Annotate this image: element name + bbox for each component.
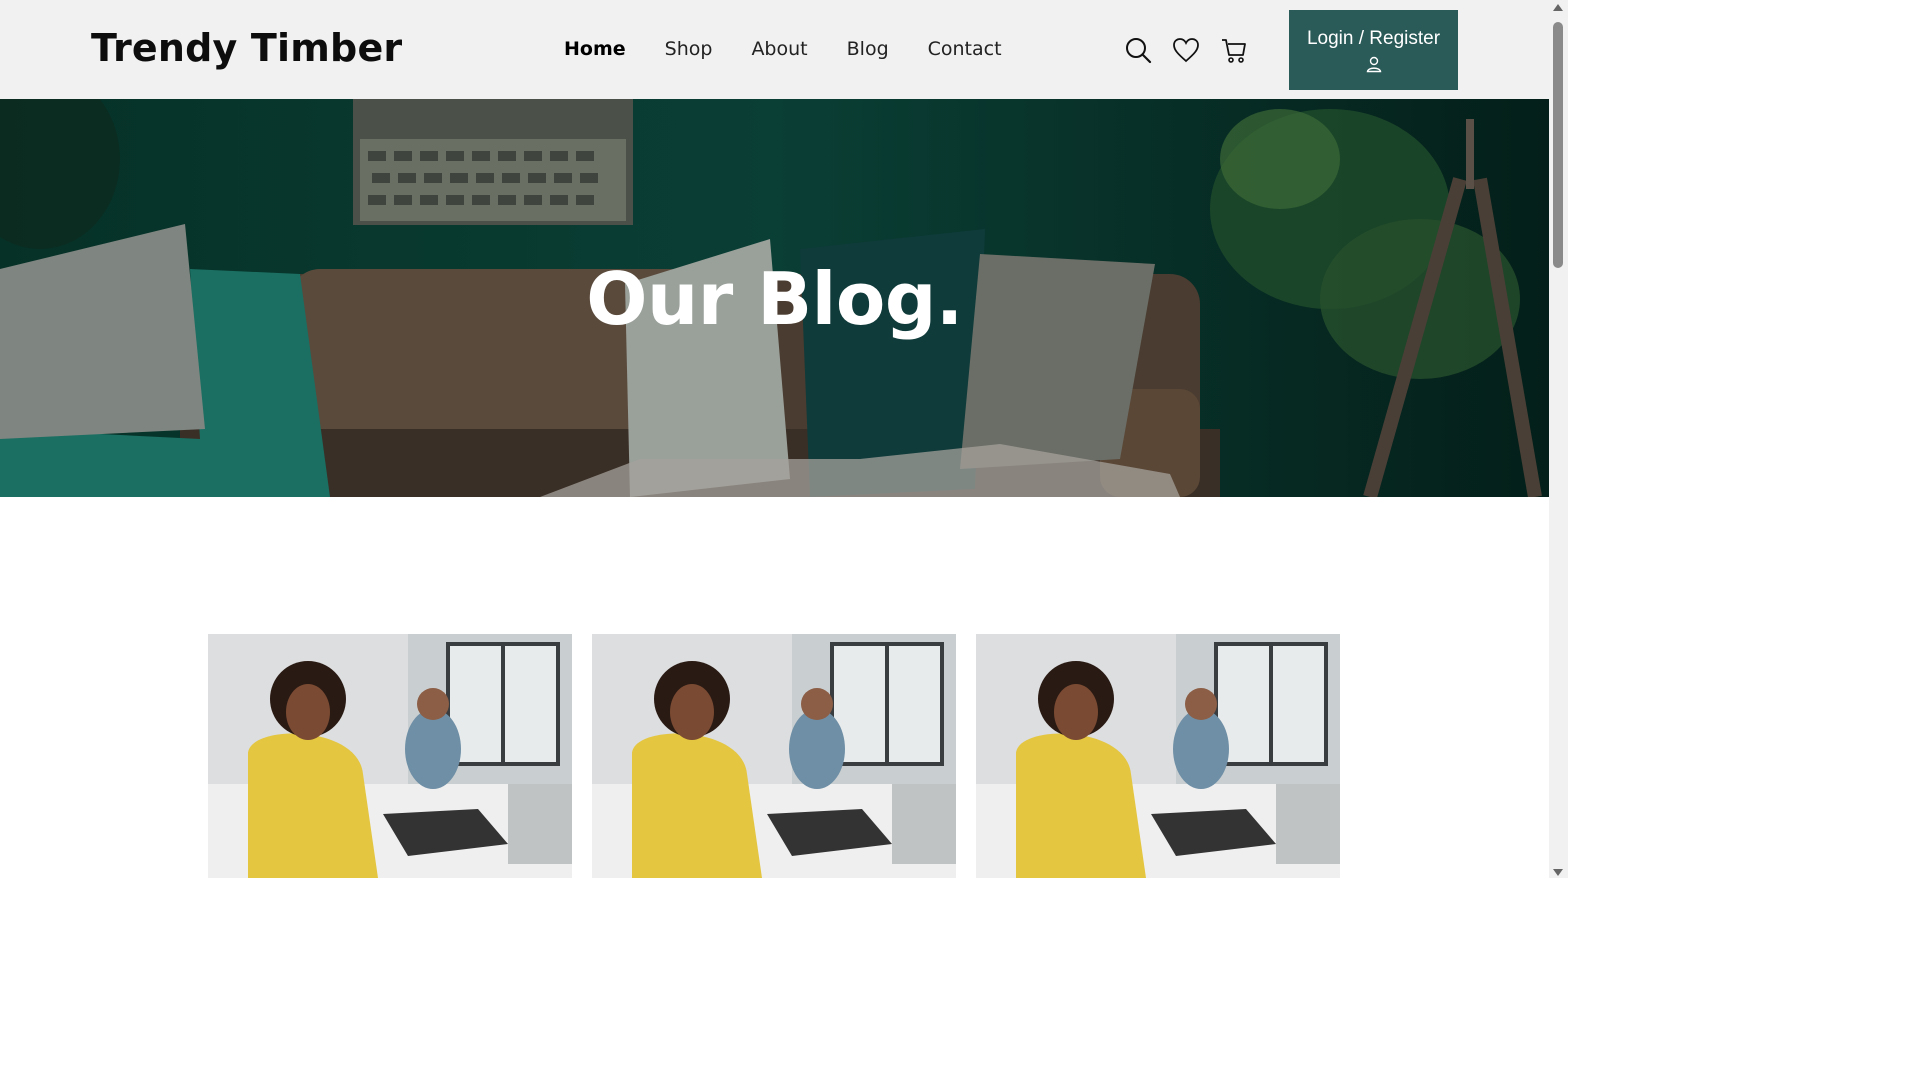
nav-blog[interactable]: Blog xyxy=(847,38,889,60)
blog-card-image xyxy=(592,634,956,878)
heart-icon[interactable] xyxy=(1172,36,1200,64)
login-register-button[interactable]: Login / Register xyxy=(1289,10,1458,90)
scroll-up-arrow[interactable] xyxy=(1553,4,1563,11)
blog-card-image xyxy=(976,634,1340,878)
blog-card-list xyxy=(208,634,1360,878)
scroll-down-arrow[interactable] xyxy=(1553,869,1563,876)
blog-card-image xyxy=(208,634,572,878)
nav-about[interactable]: About xyxy=(751,38,807,60)
hero-banner: Our Blog. xyxy=(0,99,1549,497)
nav-shop[interactable]: Shop xyxy=(665,38,713,60)
hero-title: Our Blog. xyxy=(586,257,963,341)
main-nav: Home Shop About Blog Contact xyxy=(564,38,1041,60)
site-logo[interactable]: Trendy Timber xyxy=(91,26,402,70)
blog-card[interactable] xyxy=(592,634,956,878)
cart-icon[interactable] xyxy=(1220,36,1248,64)
nav-home[interactable]: Home xyxy=(564,38,626,60)
search-icon[interactable] xyxy=(1124,36,1152,64)
scrollbar-thumb[interactable] xyxy=(1553,22,1563,268)
user-icon xyxy=(1366,56,1381,73)
nav-contact[interactable]: Contact xyxy=(928,38,1002,60)
blog-card[interactable] xyxy=(208,634,572,878)
login-register-label: Login / Register xyxy=(1306,28,1441,49)
site-header: Trendy Timber Home Shop About Blog Conta… xyxy=(0,0,1549,99)
blog-card[interactable] xyxy=(976,634,1340,878)
header-icons xyxy=(1124,36,1268,64)
